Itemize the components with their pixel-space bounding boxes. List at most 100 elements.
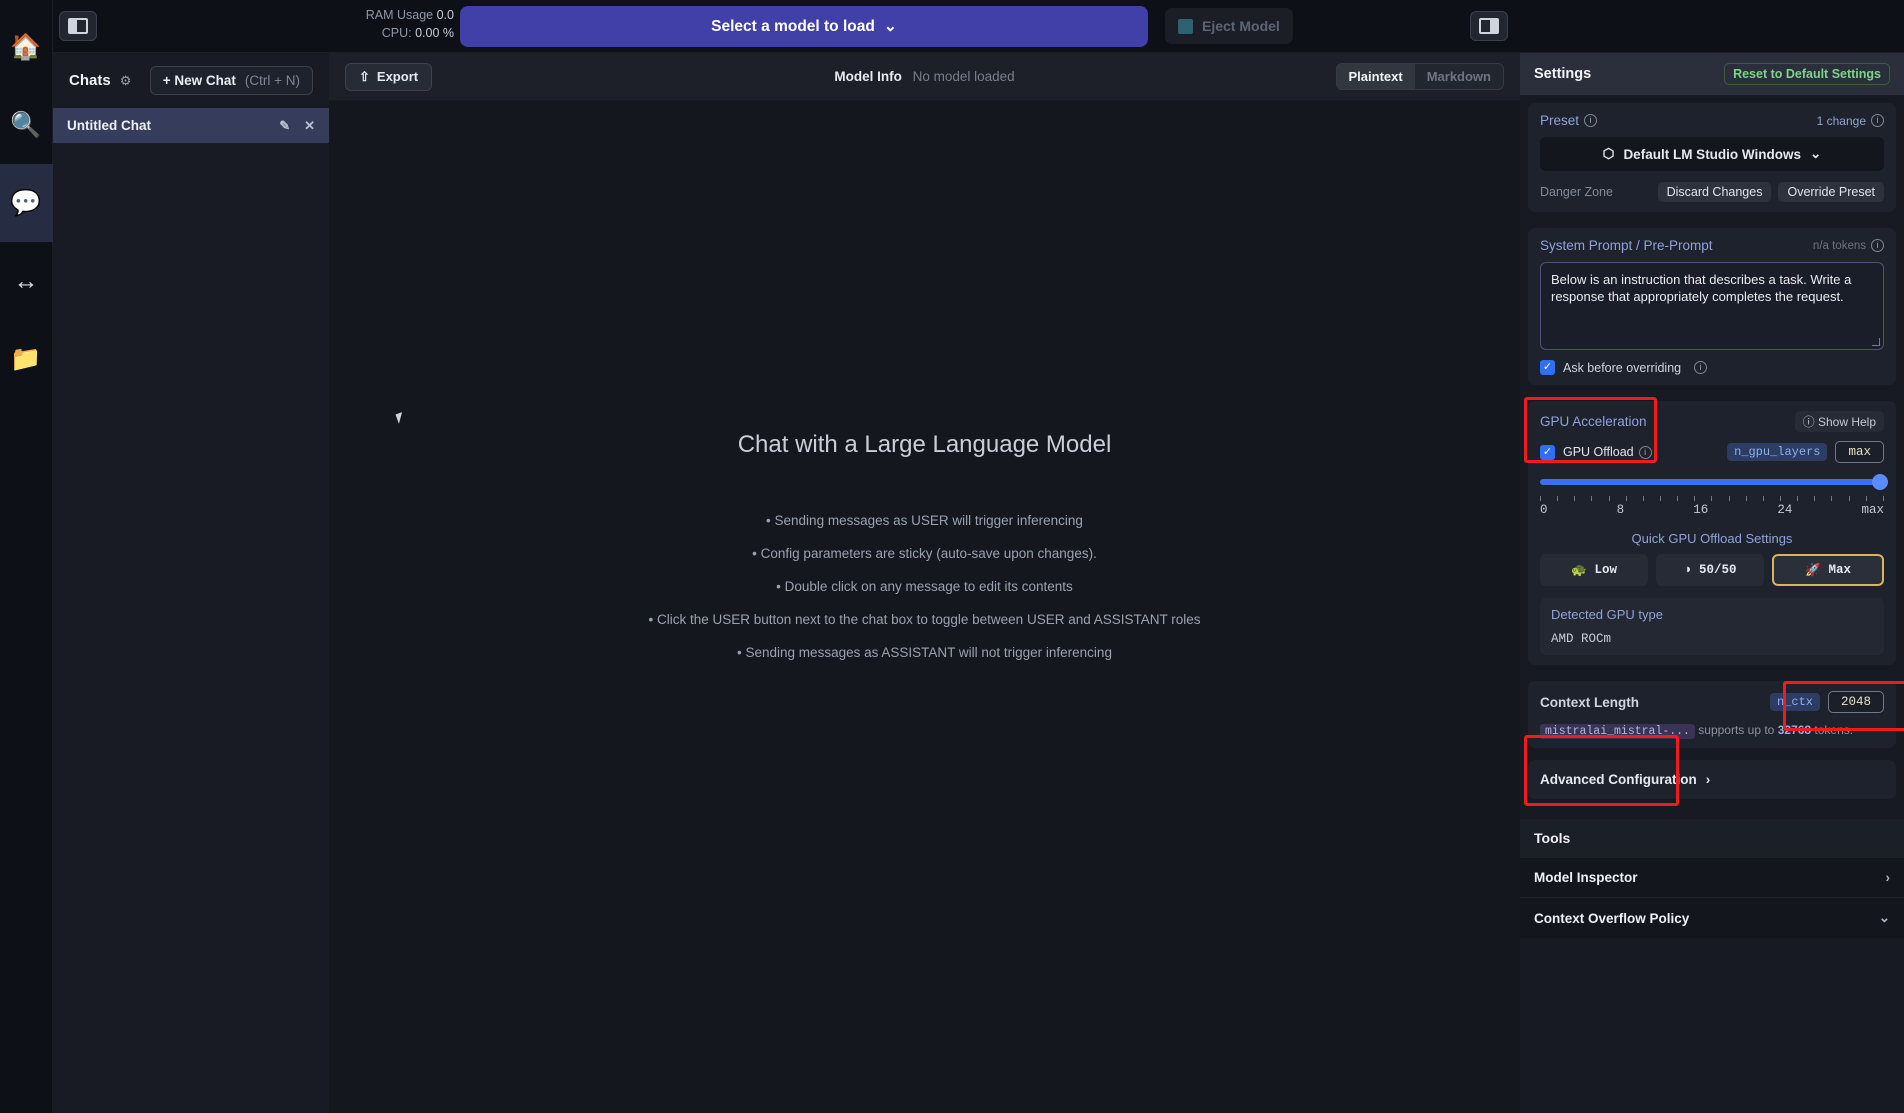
tick-label: 0 [1540, 503, 1548, 517]
chats-header: Chats ⚙ + New Chat (Ctrl + N) [53, 53, 329, 108]
turtle-icon: 🐢 [1570, 563, 1587, 578]
context-length-section: Context Length n_ctx 2048 mistralai_mist… [1528, 681, 1896, 748]
gpu-layers-slider[interactable] [1540, 474, 1888, 490]
gpu-acceleration-section: GPU Acceleration ⓘ Show Help ✓ GPU Offlo… [1524, 397, 1904, 806]
folder-icon: 📁 [10, 344, 42, 373]
settings-header: Settings Reset to Default Settings [1520, 53, 1904, 95]
view-mode-toggle[interactable]: Plaintext Markdown [1335, 63, 1504, 90]
advanced-configuration-button[interactable]: Advanced Configuration › [1528, 760, 1896, 799]
toggle-right-panel-button[interactable] [1470, 11, 1508, 41]
rail-item-resize[interactable]: ↔ [0, 242, 53, 320]
tick-label: 16 [1693, 503, 1709, 517]
system-prompt-label: System Prompt / Pre-Prompt [1540, 238, 1713, 253]
new-chat-shortcut: (Ctrl + N) [244, 73, 300, 88]
hint-item: • Config parameters are sticky (auto-sav… [752, 546, 1097, 561]
chat-bubble-icon: 💬 [10, 188, 42, 217]
danger-zone-label: Danger Zone [1540, 185, 1613, 199]
system-prompt-value: Below is an instruction that describes a… [1551, 272, 1852, 304]
model-name: mistralai_mistral-... [1540, 724, 1695, 739]
select-model-label: Select a model to load [711, 17, 875, 35]
chevron-down-icon: ⌄ [883, 18, 897, 35]
rail-item-folder[interactable]: 📁 [0, 320, 53, 398]
info-icon[interactable]: i [1694, 361, 1708, 374]
chevron-right-icon: › [1885, 870, 1891, 885]
slider-ticks [1540, 496, 1884, 501]
detected-gpu-label: Detected GPU type [1551, 607, 1663, 622]
context-length-label: Context Length [1540, 694, 1639, 710]
gpu-preset-5050-button[interactable]: ◑ 50/50 [1656, 554, 1764, 586]
n-gpu-layers-input[interactable]: max [1835, 441, 1884, 463]
override-preset-button[interactable]: Override Preset [1778, 182, 1884, 202]
rail-item-chat[interactable]: 💬 [0, 164, 53, 242]
show-help-button[interactable]: ⓘ Show Help [1794, 411, 1884, 432]
panel-right-icon [1479, 18, 1499, 34]
select-model-to-load-button[interactable]: Select a model to load ⌄ [460, 6, 1148, 47]
new-chat-button[interactable]: + New Chat (Ctrl + N) [149, 66, 313, 95]
arrows-horizontal-icon: ↔ [13, 266, 39, 295]
eject-model-label: Eject Model [1202, 18, 1280, 34]
tab-markdown[interactable]: Markdown [1415, 64, 1503, 89]
gpu-offload-checkbox[interactable]: ✓ [1540, 444, 1555, 460]
page-title: Chat with a Large Language Model [737, 431, 1112, 458]
ask-before-overriding-label: Ask before overriding [1563, 360, 1682, 375]
n-gpu-layers-chip: n_gpu_layers [1727, 443, 1828, 461]
cube-icon: ⬡ [1602, 146, 1615, 161]
eject-icon [1178, 18, 1193, 34]
tick-label: max [1861, 503, 1884, 517]
toggle-left-panel-button[interactable] [59, 11, 97, 41]
gpu-acceleration-label: GPU Acceleration [1540, 414, 1647, 429]
gpu-preset-max-button[interactable]: 🚀 Max [1772, 554, 1884, 586]
hints-list: • Sending messages as USER will trigger … [329, 513, 1520, 678]
edit-icon[interactable]: ✎ [279, 118, 290, 134]
info-icon[interactable]: i [1871, 114, 1884, 127]
hint-item: • Click the USER button next to the chat… [648, 612, 1201, 627]
discard-changes-button[interactable]: Discard Changes [1657, 182, 1772, 202]
tab-plaintext[interactable]: Plaintext [1336, 64, 1415, 89]
ram-label: RAM Usage [365, 8, 434, 22]
gear-icon[interactable]: ⚙ [120, 73, 132, 89]
close-icon[interactable]: ✕ [304, 118, 315, 134]
slider-track[interactable] [1540, 479, 1884, 485]
tool-row-context-overflow-policy[interactable]: Context Overflow Policy ⌄ [1520, 897, 1904, 938]
info-icon[interactable]: i [1584, 114, 1598, 127]
main-area: RAM Usage 0.0 CPU: 0.00 % Select a model… [329, 0, 1520, 1113]
rocket-icon: 🚀 [1804, 563, 1821, 578]
system-prompt-section: System Prompt / Pre-Prompt n/a tokens i … [1528, 228, 1896, 385]
ram-value: 0.0 [436, 8, 454, 22]
gpu-preset-low-button[interactable]: 🐢 Low [1540, 554, 1648, 586]
preset-select[interactable]: ⬡ Default LM Studio Windows ⌄ [1540, 137, 1884, 171]
list-item[interactable]: Untitled Chat ✎ ✕ [53, 108, 329, 143]
chats-sidebar: Chats ⚙ + New Chat (Ctrl + N) Untitled C… [53, 0, 329, 1113]
system-prompt-tokens: n/a tokens [1812, 239, 1866, 252]
rail-item-search[interactable]: 🔍 [0, 86, 53, 164]
app-topbar: RAM Usage 0.0 CPU: 0.00 % Select a model… [329, 0, 1520, 53]
system-prompt-textarea[interactable]: Below is an instruction that describes a… [1540, 262, 1884, 350]
eject-model-button[interactable]: Eject Model [1165, 8, 1293, 44]
detected-gpu-value: AMD ROCm [1551, 632, 1612, 646]
rail-item-home[interactable]: 🏠 [0, 8, 53, 86]
n-ctx-chip: n_ctx [1769, 693, 1820, 711]
ask-before-overriding-checkbox[interactable]: ✓ [1540, 360, 1555, 375]
sidebar-topbar [53, 0, 329, 53]
slider-knob[interactable] [1872, 474, 1888, 490]
chat-canvas: Chat with a Large Language Model • Sendi… [329, 101, 1520, 1113]
settings-title: Settings [1534, 66, 1592, 82]
settings-panel: Settings Reset to Default Settings Prese… [1520, 0, 1904, 1113]
new-chat-label: + New Chat [162, 73, 236, 88]
quick-gpu-offload-label: Quick GPU Offload Settings [1631, 531, 1793, 546]
mouse-cursor [395, 412, 406, 424]
resize-grip-icon[interactable] [1872, 338, 1880, 346]
model-info-label: Model Info [834, 69, 902, 84]
advanced-configuration-label: Advanced Configuration [1540, 772, 1697, 787]
tool-row-model-inspector[interactable]: Model Inspector › [1520, 857, 1904, 897]
slider-tick-labels: 0 8 16 24 max [1540, 503, 1884, 517]
info-icon[interactable]: i [1638, 445, 1652, 459]
reset-to-default-button[interactable]: Reset to Default Settings [1724, 63, 1890, 85]
chevron-down-icon: ⌄ [1810, 146, 1822, 161]
resource-usage: RAM Usage 0.0 CPU: 0.00 % [344, 6, 454, 42]
tick-label: 8 [1616, 503, 1625, 517]
info-icon[interactable]: i [1871, 239, 1884, 252]
n-ctx-input[interactable]: 2048 [1827, 691, 1884, 713]
hint-item: • Double click on any message to edit it… [776, 579, 1073, 594]
preset-label: Preset [1540, 113, 1580, 128]
